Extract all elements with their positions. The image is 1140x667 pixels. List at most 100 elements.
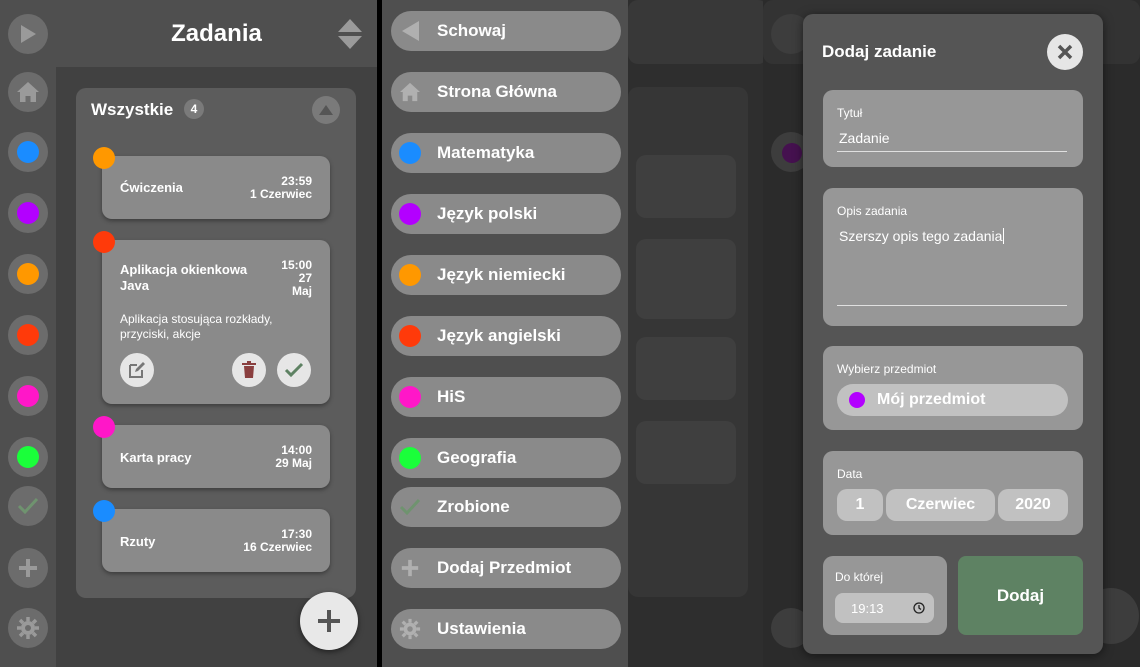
task-card-expanded[interactable]: Aplikacja okienkowa Java 15:00 27 Maj Ap…: [102, 240, 330, 404]
sidebar-subject-button[interactable]: [8, 254, 48, 294]
subject-color-dot: [849, 392, 865, 408]
menu-item-jezyk-niemiecki[interactable]: Język niemiecki: [391, 255, 621, 295]
add-task-button[interactable]: [300, 592, 358, 650]
edit-button[interactable]: [120, 353, 154, 387]
menu-item-his[interactable]: HiS: [391, 377, 621, 417]
year-select[interactable]: 2020: [998, 489, 1068, 521]
subject-select[interactable]: Mój przedmiot: [837, 384, 1068, 416]
subject-color-dot: [17, 263, 39, 285]
sidebar-home-button[interactable]: [8, 72, 48, 112]
menu-item-label: Język angielski: [437, 326, 561, 345]
menu-item-label: Dodaj Przedmiot: [437, 558, 572, 577]
time-value: 19:13: [851, 600, 884, 616]
subject-color-dot: [17, 202, 39, 224]
menu-item-label: Zrobione: [437, 497, 510, 516]
section-title: Wszystkie: [91, 100, 174, 119]
month-select[interactable]: Czerwiec: [886, 489, 995, 521]
sidebar-done-button[interactable]: [8, 486, 48, 526]
home-icon: [399, 81, 421, 103]
collapse-button[interactable]: [312, 96, 340, 124]
subject-color-dot: [399, 447, 421, 469]
dim-card: [636, 239, 736, 319]
task-list-panel: Wszystkie 4 Ćwiczenia 23:59 1 Czerwiec A…: [76, 88, 356, 598]
sort-button[interactable]: [337, 18, 363, 50]
description-textarea[interactable]: Szerszy opis tego zadania: [837, 228, 1067, 306]
task-card[interactable]: Rzuty 17:30 16 Czerwiec: [102, 509, 330, 572]
gear-icon: [399, 618, 421, 640]
sidebar-subject-button[interactable]: [8, 132, 48, 172]
menu-item-label: Język niemiecki: [437, 265, 566, 284]
home-icon: [17, 82, 39, 102]
time-input[interactable]: 19:13: [835, 593, 934, 623]
plus-icon: [399, 557, 421, 579]
menu-item-label: Schowaj: [437, 21, 506, 40]
menu-item-zrobione[interactable]: Zrobione: [391, 487, 621, 527]
sidebar-settings-button[interactable]: [8, 608, 48, 648]
close-icon: [1057, 44, 1073, 60]
menu-item-matematyka[interactable]: Matematyka: [391, 133, 621, 173]
dim-card: [636, 337, 736, 400]
check-icon: [284, 362, 304, 378]
date-field-group: Data 1 Czerwiec 2020: [823, 451, 1083, 535]
dim-card: [636, 421, 736, 484]
sidebar-subject-button[interactable]: [8, 437, 48, 477]
close-button[interactable]: [1047, 34, 1083, 70]
subject-label: Wybierz przedmiot: [837, 362, 937, 376]
plus-icon: [19, 559, 37, 577]
triangle-right-icon: [21, 25, 36, 43]
task-card[interactable]: Ćwiczenia 23:59 1 Czerwiec: [102, 156, 330, 219]
sidebar-subject-button[interactable]: [8, 315, 48, 355]
dim-header: [628, 0, 768, 64]
menu-item-label: Ustawienia: [437, 619, 526, 638]
sidebar: [0, 0, 56, 667]
title-label: Tytuł: [837, 106, 863, 120]
sort-arrows-icon: [338, 19, 362, 49]
task-name: Ćwiczenia: [120, 180, 183, 195]
text-cursor: [1003, 228, 1005, 244]
task-date: 29 Maj: [275, 456, 312, 470]
task-date: 1 Czerwiec: [249, 187, 312, 201]
tasks-screen: Zadania Wszystkie 4 Ćwiczenia 23:59 1 Cz…: [0, 0, 377, 667]
mark-done-button[interactable]: [277, 353, 311, 387]
subject-color-dot: [399, 264, 421, 286]
task-date: 16 Czerwiec: [243, 540, 312, 554]
title-field-group: Tytuł Zadanie: [823, 90, 1083, 167]
title-input[interactable]: Zadanie: [837, 126, 1067, 152]
task-color-dot: [93, 416, 115, 438]
menu-item-jezyk-polski[interactable]: Język polski: [391, 194, 621, 234]
menu-expand-button[interactable]: [8, 14, 48, 54]
menu-item-geografia[interactable]: Geografia: [391, 438, 621, 478]
time-label: Do której: [835, 570, 884, 584]
sidebar-subject-button[interactable]: [8, 376, 48, 416]
menu-item-dodaj-przedmiot[interactable]: Dodaj Przedmiot: [391, 548, 621, 588]
edit-icon: [129, 362, 145, 378]
check-icon: [17, 497, 39, 515]
menu-item-ustawienia[interactable]: Ustawienia: [391, 609, 621, 649]
description-field-group: Opis zadania Szerszy opis tego zadania: [823, 188, 1083, 326]
subject-color-dot: [17, 141, 39, 163]
sidebar-subject-button[interactable]: [8, 193, 48, 233]
dim-card: [636, 155, 736, 218]
menu-item-jezyk-angielski[interactable]: Język angielski: [391, 316, 621, 356]
add-button[interactable]: Dodaj: [958, 556, 1083, 635]
page-title: Zadania: [171, 20, 262, 47]
count-badge: 4: [184, 99, 204, 119]
day-select[interactable]: 1: [837, 489, 883, 521]
triangle-left-icon: [399, 20, 421, 42]
delete-button[interactable]: [232, 353, 266, 387]
subject-color-dot: [399, 325, 421, 347]
menu-item-strona-glowna[interactable]: Strona Główna: [391, 72, 621, 112]
menu-item-label: Strona Główna: [437, 82, 557, 101]
trash-icon: [242, 361, 256, 378]
triangle-up-icon: [319, 105, 333, 115]
add-task-dialog: Dodaj zadanie Tytuł Zadanie Opis zadania…: [803, 14, 1103, 654]
menu-item-schowaj[interactable]: Schowaj: [391, 11, 621, 51]
subject-color-dot: [399, 203, 421, 225]
subject-color-dot: [399, 386, 421, 408]
task-name: Karta pracy: [120, 450, 192, 465]
clock-icon: [913, 602, 925, 614]
sidebar-add-subject-button[interactable]: [8, 548, 48, 588]
task-name: Rzuty: [120, 534, 156, 549]
task-card[interactable]: Karta pracy 14:00 29 Maj: [102, 425, 330, 488]
menu-item-label: Geografia: [437, 448, 517, 467]
